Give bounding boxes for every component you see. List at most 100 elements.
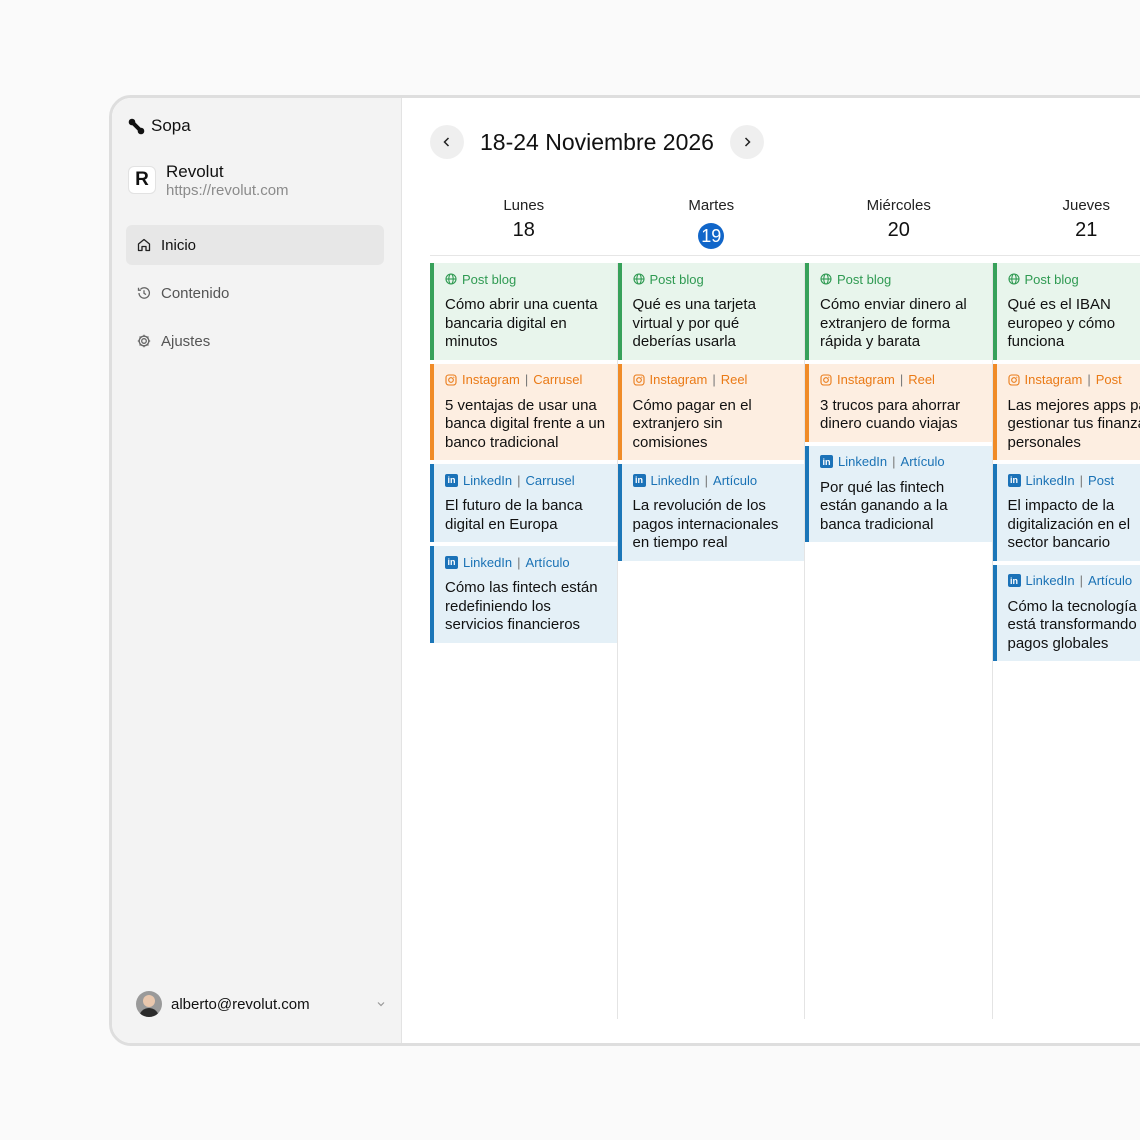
content-card[interactable]: Instagram | Reel 3 trucos para ahorrar dine… <box>805 363 992 442</box>
linkedin-icon: in <box>445 555 458 569</box>
day-column: Post blog Cómo enviar dinero al extranjer… <box>805 263 993 1019</box>
instagram-icon <box>1007 373 1020 386</box>
previous-week-button[interactable] <box>430 125 464 159</box>
platform-label: Post blog <box>649 271 704 287</box>
globe-icon <box>820 273 832 285</box>
content-tag: in LinkedIn | Artículo <box>1007 572 1140 590</box>
content-card[interactable]: Post blog Qué es una tarjeta virtual y po… <box>617 263 804 360</box>
avatar <box>136 991 162 1017</box>
content-tag: Instagram | Carrusel <box>445 371 607 389</box>
instagram-icon <box>820 373 832 386</box>
gear-icon <box>137 334 151 348</box>
content-title: Cómo las fintech están redefiniendo los … <box>445 579 598 633</box>
day-header-jueves[interactable]: Jueves 21 <box>993 195 1140 249</box>
content-tag: in LinkedIn | Artículo <box>632 471 795 489</box>
week-range-title: 18-24 Noviembre 2026 <box>480 128 714 155</box>
content-card[interactable]: Instagram | Post Las mejores apps para gest… <box>992 363 1140 460</box>
platform-label: Instagram <box>649 372 708 387</box>
separator: | <box>524 372 529 387</box>
content-title: Cómo abrir una cuenta bancaria digital e… <box>445 296 598 350</box>
content-title: Cómo enviar dinero al extranjero de form… <box>820 296 967 350</box>
calendar-grid: Post blog Cómo abrir una cuenta bancaria … <box>430 263 1140 1019</box>
content-card[interactable]: in LinkedIn | Artículo Cómo la tecnología es… <box>992 564 1140 661</box>
content-title: El impacto de la digitalización en el se… <box>1007 497 1131 551</box>
org-url: https://revolut.com <box>166 182 289 199</box>
content-tag: Instagram | Reel <box>632 371 795 389</box>
sidebar-item-label: Inicio <box>161 236 197 254</box>
day-header-miércoles[interactable]: Miércoles 20 <box>805 195 993 249</box>
linkedin-icon: in <box>1007 574 1021 587</box>
day-name: Martes <box>688 197 735 214</box>
content-tag: in LinkedIn | Artículo <box>445 553 607 571</box>
content-card[interactable]: Post blog Cómo abrir una cuenta bancaria … <box>430 263 617 360</box>
separator: | <box>517 472 521 488</box>
content-card[interactable]: in LinkedIn | Artículo La revolución de los … <box>617 464 804 561</box>
linkedin-icon: in <box>820 455 833 468</box>
day-header-lunes[interactable]: Lunes 18 <box>430 195 618 249</box>
separator: | <box>1087 372 1091 387</box>
content-card[interactable]: Instagram | Carrusel 5 ventajas de usar una… <box>430 363 617 460</box>
content-tag: Post blog <box>1007 270 1140 288</box>
sidebar-item-inicio[interactable]: Inicio <box>126 225 384 265</box>
content-tag: Instagram | Post <box>1007 371 1140 389</box>
platform-label: Post blog <box>462 271 517 287</box>
calendar-toolbar: 18-24 Noviembre 2026 <box>430 125 764 159</box>
format-label: Carrusel <box>525 472 575 488</box>
format-label: Artículo <box>900 454 945 469</box>
platform-label: Instagram <box>462 372 520 387</box>
sidebar-item-ajustes[interactable]: Ajustes <box>126 321 384 361</box>
content-card[interactable]: in LinkedIn | Artículo Cómo las fintech está… <box>430 546 617 643</box>
content-title: El futuro de la banca digital en Europa <box>445 497 583 533</box>
day-headers: Lunes 18 Martes 19 Miércoles 20 Jueves 21 <box>430 195 1140 249</box>
user-menu[interactable]: alberto@revolut.com <box>136 991 386 1017</box>
content-tag: Post blog <box>820 270 982 288</box>
day-name: Jueves <box>1062 197 1111 214</box>
content-title: 5 ventajas de usar una banca digital fre… <box>445 396 606 451</box>
content-card[interactable]: Instagram | Reel Cómo pagar en el extranjer… <box>617 363 804 460</box>
day-number: 19 <box>698 223 725 249</box>
chevron-right-icon <box>744 137 751 147</box>
content-card[interactable]: Post blog Qué es el IBAN europeo y cómo f… <box>992 263 1140 360</box>
format-label: Artículo <box>525 554 570 570</box>
content-title: 3 trucos para ahorrar dinero cuando viaj… <box>820 396 961 433</box>
content-title: Las mejores apps para gestionar tus fina… <box>1007 396 1140 451</box>
content-title: La revolución de los pagos internacional… <box>632 497 779 551</box>
next-week-button[interactable] <box>729 125 764 159</box>
platform-label: LinkedIn <box>463 472 513 488</box>
brand[interactable]: Sopa <box>128 116 191 136</box>
revolut-logo-icon: R <box>128 166 156 194</box>
content-card[interactable]: in LinkedIn | Post El impacto de la digitali… <box>992 464 1140 561</box>
day-name: Lunes <box>503 197 545 214</box>
organization[interactable]: R Revolut https://revolut.com <box>128 162 289 200</box>
day-header-martes[interactable]: Martes 19 <box>618 195 806 249</box>
sidebar-item-contenido[interactable]: Contenido <box>126 273 384 313</box>
day-column: Post blog Qué es el IBAN europeo y cómo f… <box>992 263 1140 1019</box>
day-name: Miércoles <box>866 197 931 214</box>
platform-label: LinkedIn <box>650 472 700 488</box>
divider <box>430 255 1140 256</box>
format-label: Post <box>1095 372 1122 387</box>
platform-label: LinkedIn <box>463 554 513 570</box>
globe-icon <box>445 273 457 285</box>
history-icon <box>137 287 150 299</box>
content-title: Qué es el IBAN europeo y cómo funciona <box>1007 296 1116 350</box>
separator: | <box>899 372 904 387</box>
content-card[interactable]: Post blog Cómo enviar dinero al extranjer… <box>805 263 992 360</box>
content-tag: Post blog <box>445 270 607 288</box>
sidebar-item-label: Ajustes <box>161 332 211 350</box>
separator: | <box>892 454 896 469</box>
content-title: Cómo la tecnología está transformando lo… <box>1007 597 1140 652</box>
content-tag: Instagram | Reel <box>820 371 982 389</box>
content-tag: in LinkedIn | Post <box>1007 471 1140 489</box>
linkedin-icon: in <box>445 473 458 487</box>
format-label: Post <box>1088 472 1115 488</box>
content-card[interactable]: in LinkedIn | Carrusel El futuro de la banca… <box>430 464 617 542</box>
platform-label: LinkedIn <box>838 454 888 469</box>
linkedin-icon: in <box>632 473 646 487</box>
platform-label: LinkedIn <box>1025 573 1075 588</box>
separator: | <box>1079 472 1084 488</box>
platform-label: LinkedIn <box>1025 472 1075 488</box>
globe-icon <box>1007 273 1020 285</box>
content-card[interactable]: in LinkedIn | Artículo Por qué las fintech e… <box>805 445 992 542</box>
org-name: Revolut <box>166 162 224 181</box>
